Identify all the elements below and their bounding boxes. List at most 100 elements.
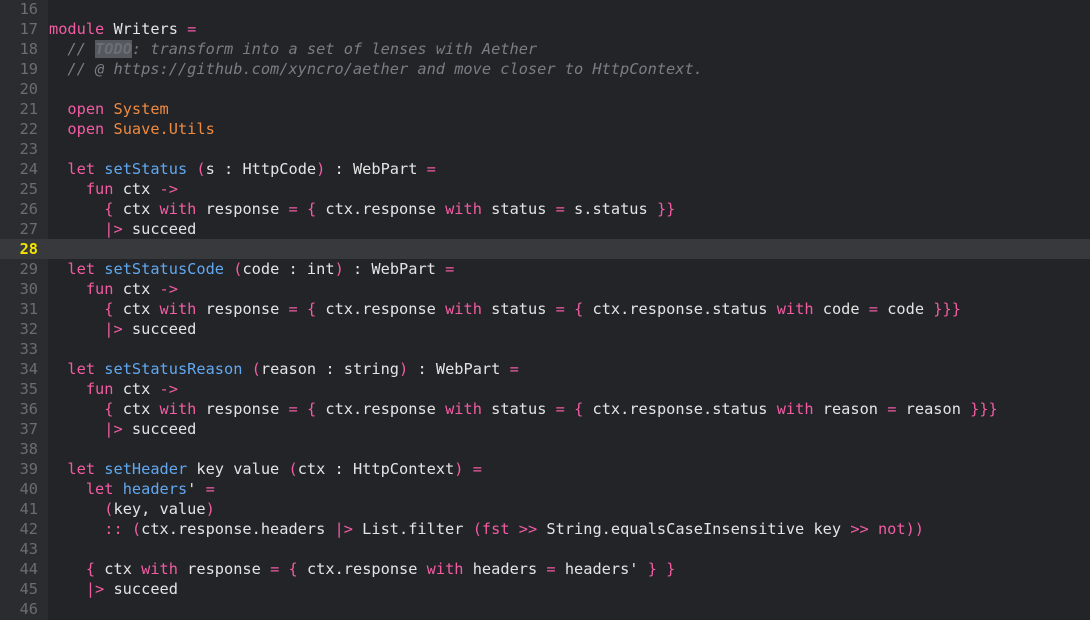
code-line[interactable]: 30 fun ctx -> <box>0 279 1090 299</box>
code-line[interactable]: 16 <box>0 0 1090 19</box>
code-token: ( <box>131 520 142 538</box>
code-token: with <box>776 300 814 318</box>
code-token: }}} <box>970 400 998 418</box>
code-token: status <box>481 400 556 418</box>
line-number: 36 <box>19 400 38 418</box>
line-number: 31 <box>19 300 38 318</box>
line-code: :: (ctx.response.headers |> List.filter … <box>49 519 924 539</box>
code-token: = <box>472 460 482 478</box>
line-number: 44 <box>19 560 38 578</box>
code-line[interactable]: 43 <box>0 539 1090 559</box>
code-line[interactable]: 26 { ctx with response = { ctx.response … <box>0 199 1090 219</box>
code-token: { <box>306 300 317 318</box>
code-token: |> <box>104 320 123 338</box>
code-line[interactable]: 46 <box>0 599 1090 619</box>
code-token: with <box>159 400 197 418</box>
line-code: { ctx with response = { ctx.response wit… <box>49 399 998 419</box>
code-line[interactable]: 17 module Writers = <box>0 19 1090 39</box>
code-token: response <box>196 400 289 418</box>
code-line[interactable]: 38 <box>0 439 1090 459</box>
line-number: 41 <box>19 500 38 518</box>
code-token: with <box>776 400 814 418</box>
code-line[interactable]: 36 { ctx with response = { ctx.response … <box>0 399 1090 419</box>
code-line[interactable]: 31 { ctx with response = { ctx.response … <box>0 299 1090 319</box>
code-line[interactable]: 28 <box>0 239 1090 259</box>
code-token: = <box>288 300 298 318</box>
code-line[interactable]: 37 |> succeed <box>0 419 1090 439</box>
line-code: |> succeed <box>49 419 196 439</box>
code-line[interactable]: 35 fun ctx -> <box>0 379 1090 399</box>
code-line[interactable]: 20 <box>0 79 1090 99</box>
code-line[interactable]: 40 let headers' = <box>0 479 1090 499</box>
line-code: (key, value) <box>49 499 215 519</box>
code-line[interactable]: 18 // TODO: transform into a set of lens… <box>0 39 1090 59</box>
code-token: key, value <box>113 500 206 518</box>
line-number: 35 <box>19 380 38 398</box>
line-code: fun ctx -> <box>49 179 178 199</box>
line-code: fun ctx -> <box>49 379 178 399</box>
code-token: ctx <box>113 200 160 218</box>
code-token: ctx.response <box>316 200 446 218</box>
code-token: -> <box>159 280 178 298</box>
code-line[interactable]: 34 let setStatusReason (reason : string)… <box>0 359 1090 379</box>
code-line[interactable]: 29 let setStatusCode (code : int) : WebP… <box>0 259 1090 279</box>
code-token: with <box>445 400 482 418</box>
code-line[interactable]: 44 { ctx with response = { ctx.response … <box>0 559 1090 579</box>
code-token: : WebPart <box>408 360 510 378</box>
code-token: ( <box>288 460 298 478</box>
code-line[interactable]: 24 let setStatus (s : HttpCode) : WebPar… <box>0 159 1090 179</box>
line-code: let setStatusReason (reason : string) : … <box>49 359 518 379</box>
code-token: Suave.Utils <box>113 120 215 138</box>
line-number: 26 <box>19 200 38 218</box>
code-token: module <box>49 20 105 38</box>
code-token: }} <box>656 200 676 218</box>
code-line[interactable]: 41 (key, value) <box>0 499 1090 519</box>
code-token: let <box>67 260 96 278</box>
code-token: setStatusCode <box>104 260 225 278</box>
code-token: with <box>445 200 482 218</box>
code-token: : WebPart <box>343 260 446 278</box>
code-token: s.status <box>564 200 657 218</box>
code-line[interactable]: 21 open System <box>0 99 1090 119</box>
code-token: ( <box>251 360 261 378</box>
line-number: 30 <box>19 280 38 298</box>
code-line[interactable]: 33 <box>0 339 1090 359</box>
code-line[interactable]: 45 |> succeed <box>0 579 1090 599</box>
line-code: let setStatus (s : HttpCode) : WebPart = <box>49 159 435 179</box>
line-number: 43 <box>19 540 38 558</box>
code-line[interactable]: 42 :: (ctx.response.headers |> List.filt… <box>0 519 1090 539</box>
code-line[interactable]: 27 |> succeed <box>0 219 1090 239</box>
code-line[interactable]: 23 <box>0 139 1090 159</box>
code-line[interactable]: 22 open Suave.Utils <box>0 119 1090 139</box>
line-number: 21 <box>19 100 38 118</box>
code-line[interactable]: 32 |> succeed <box>0 319 1090 339</box>
code-line[interactable]: 39 let setHeader key value (ctx : HttpCo… <box>0 459 1090 479</box>
line-code: |> succeed <box>49 319 196 339</box>
code-token: fst <box>481 520 510 538</box>
line-number: 27 <box>19 220 38 238</box>
code-editor[interactable]: 16 17 module Writers = 18 // TODO: transfor… <box>0 0 1090 620</box>
code-token: fun <box>85 280 114 298</box>
line-code: // TODO: transform into a set of lenses … <box>49 39 537 59</box>
code-line[interactable]: 19 // @ https://github.com/xyncro/aether… <box>0 59 1090 79</box>
code-line[interactable]: 25 fun ctx -> <box>0 179 1090 199</box>
line-number: 45 <box>19 580 38 598</box>
code-token: = <box>187 20 197 38</box>
